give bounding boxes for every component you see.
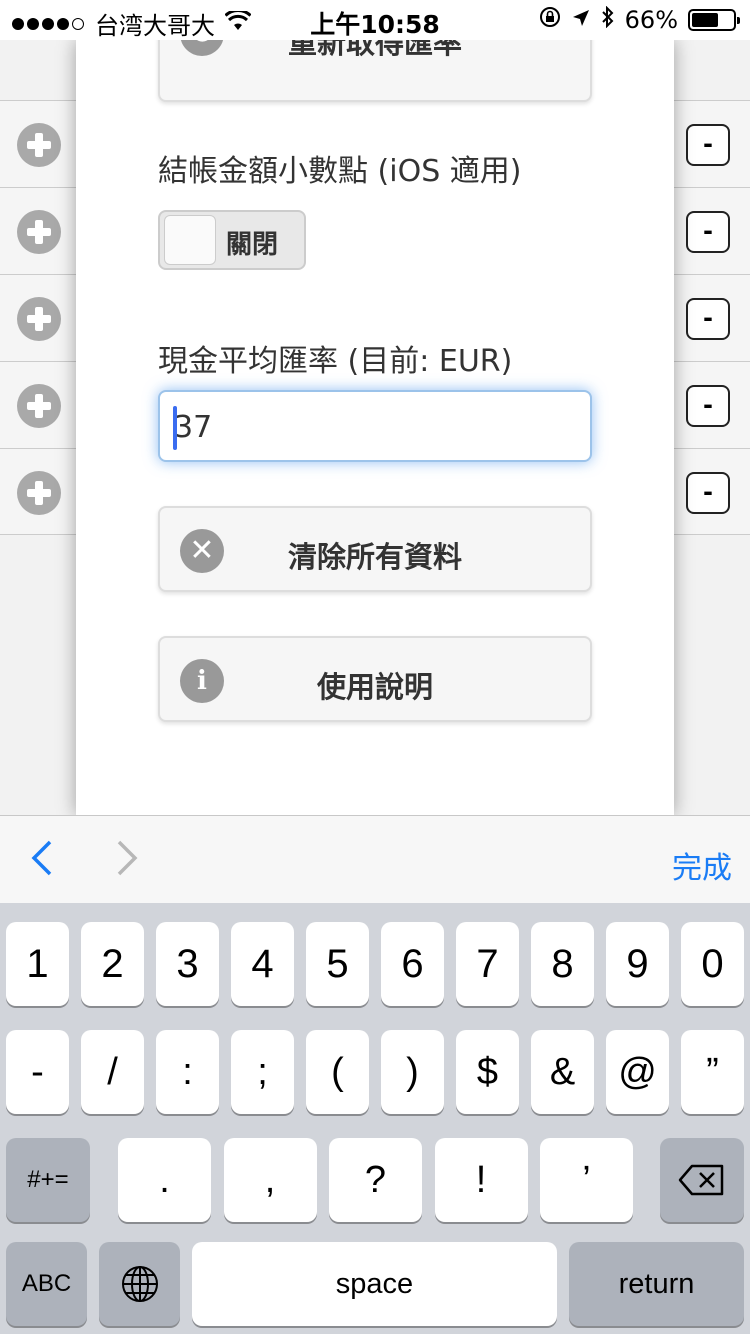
symbol-key[interactable]: & <box>531 1030 594 1114</box>
minus-button[interactable]: - <box>686 211 730 253</box>
settings-panel: ↻ 重新取得匯率 結帳金額小數點 (iOS 適用) 關閉 現金平均匯率 (目前:… <box>76 10 674 815</box>
status-right: 66% <box>539 5 740 34</box>
minus-button[interactable]: - <box>686 124 730 166</box>
minus-label: - <box>703 391 713 419</box>
help-label: 使用說明 <box>316 670 433 704</box>
done-button[interactable]: 完成 <box>672 843 732 887</box>
backspace-key[interactable] <box>660 1138 744 1222</box>
plus-circle-icon[interactable] <box>17 384 61 428</box>
numeric-keyboard: #+= ABC space return 1 2 3 4 5 6 7 8 9 0 - /:;() $ & @… <box>0 903 750 1334</box>
orientation-lock-icon <box>539 6 561 34</box>
battery-icon <box>688 9 740 31</box>
plus-circle-icon[interactable] <box>17 297 61 341</box>
digit-key[interactable]: 4 <box>231 922 294 1006</box>
rate-field-label: 現金平均匯率 (目前: EUR) <box>158 344 513 379</box>
minus-label: - <box>703 217 713 245</box>
symbol-key[interactable]: @ <box>606 1030 669 1114</box>
globe-icon <box>121 1266 158 1302</box>
digit-key[interactable]: 2 <box>81 922 144 1006</box>
symbol-key[interactable]: $ <box>456 1030 519 1114</box>
clear-all-data-label: 清除所有資料 <box>287 540 462 574</box>
digit-key[interactable]: 7 <box>456 922 519 1006</box>
punctuation-key[interactable]: ? <box>329 1138 422 1222</box>
location-arrow-icon <box>571 6 591 34</box>
symbol-key[interactable]: ” <box>681 1030 744 1114</box>
chevron-left-icon[interactable] <box>30 838 54 889</box>
battery-percent: 66% <box>624 6 678 34</box>
plus-circle-icon[interactable] <box>17 123 61 167</box>
digit-key[interactable]: 8 <box>531 922 594 1006</box>
toggle-knob[interactable] <box>164 215 216 265</box>
digit-key[interactable]: 1 <box>6 922 69 1006</box>
punctuation-key[interactable]: ! <box>434 1138 528 1222</box>
minus-button[interactable]: - <box>686 472 730 514</box>
minus-label: - <box>703 304 713 332</box>
digit-key[interactable]: 5 <box>306 922 369 1006</box>
digit-key[interactable]: 9 <box>606 922 669 1006</box>
space-key[interactable]: space <box>192 1242 557 1326</box>
minus-button[interactable]: - <box>686 298 730 340</box>
battery-fill <box>692 13 719 27</box>
help-button[interactable]: i 使用說明 <box>158 636 592 722</box>
clear-all-data-button[interactable]: ✕ 清除所有資料 <box>158 506 592 592</box>
symbol-key[interactable]: : <box>156 1030 219 1114</box>
backspace-icon <box>678 1164 724 1196</box>
minus-label: - <box>703 130 713 158</box>
digit-key[interactable]: 3 <box>156 922 219 1006</box>
minus-button[interactable]: - <box>686 385 730 427</box>
plus-circle-icon[interactable] <box>17 471 61 515</box>
symbols-toggle-key[interactable]: #+= <box>6 1138 90 1222</box>
rate-input-value: 37 <box>174 410 213 445</box>
plus-circle-icon[interactable] <box>17 210 61 254</box>
text-caret <box>173 406 177 450</box>
keyboard-accessory-bar: 完成 <box>0 815 750 903</box>
symbol-key[interactable]: ) <box>381 1030 444 1114</box>
symbol-key[interactable]: / <box>81 1030 144 1114</box>
symbol-key[interactable]: ; <box>231 1030 294 1114</box>
digit-key[interactable]: 6 <box>381 922 444 1006</box>
minus-label: - <box>703 478 713 506</box>
chevron-right-icon[interactable] <box>115 838 139 889</box>
punctuation-key[interactable]: . <box>118 1138 211 1222</box>
bluetooth-icon <box>601 5 615 34</box>
decimal-toggle[interactable]: 關閉 <box>158 210 306 270</box>
punctuation-key[interactable]: , <box>223 1138 317 1222</box>
decimal-setting-label: 結帳金額小數點 (iOS 適用) <box>158 154 522 189</box>
abc-key[interactable]: ABC <box>6 1242 87 1326</box>
globe-key[interactable] <box>99 1242 180 1326</box>
symbol-key[interactable]: - <box>6 1030 69 1114</box>
status-bar: 台湾大哥大 上午10:58 66% <box>0 0 750 40</box>
digit-key[interactable]: 0 <box>681 922 744 1006</box>
toggle-state-label: 關閉 <box>226 230 279 260</box>
punctuation-key[interactable]: ’ <box>540 1138 633 1222</box>
symbol-key[interactable]: ( <box>306 1030 369 1114</box>
return-key[interactable]: return <box>569 1242 744 1326</box>
rate-input[interactable]: 37 <box>158 390 592 462</box>
